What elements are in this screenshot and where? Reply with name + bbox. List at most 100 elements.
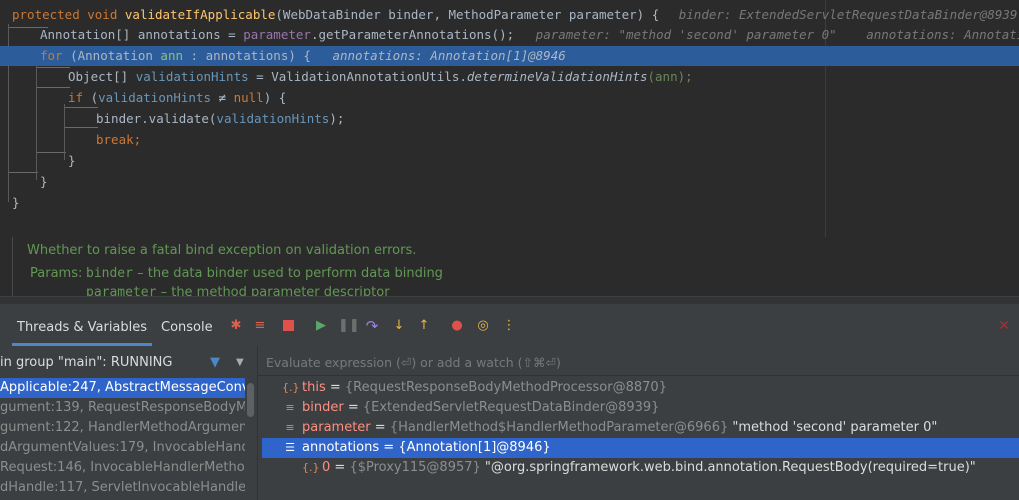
indent-guide (36, 87, 70, 88)
keyword: protected void (12, 7, 125, 22)
loop-variable: ann (160, 48, 183, 63)
variable-row-parameter[interactable]: ≡ parameter = {HandlerMethod$HandlerMetho… (262, 418, 1019, 438)
array-icon: ☰ (285, 441, 295, 454)
code-text: = ValidationAnnotationUtils. (248, 69, 467, 84)
variable-name: binder (302, 400, 344, 415)
keyword: for (40, 48, 71, 63)
code-line[interactable]: } (40, 172, 48, 192)
keyword: if (68, 90, 91, 105)
keyword: break; (96, 132, 142, 147)
equals: = (379, 440, 399, 455)
variable-row-annotations[interactable]: ☰ annotations = {Annotation[1]@8946} (262, 438, 1019, 458)
stack-frame[interactable]: Applicable:247, AbstractMessageConve (0, 378, 245, 398)
doc-summary: Whether to raise a fatal bind exception … (27, 243, 417, 258)
evaluate-expression-input[interactable]: Evaluate expression (⏎) or add a watch (… (258, 346, 1019, 376)
code-line[interactable]: protected void validateIfApplicable(WebD… (12, 5, 1019, 25)
variable-row-binder[interactable]: ≡ binder = {ExtendedServletRequestDataBin… (262, 398, 1019, 418)
variable-type: {Annotation[1]@8946} (398, 440, 551, 455)
thread-group-header[interactable]: in group "main": RUNNING ▼ ▼ (0, 346, 257, 376)
local-variable: validationHints (216, 111, 330, 126)
bug-icon[interactable]: ✱ (228, 318, 244, 334)
close-icon[interactable]: ✕ (996, 318, 1012, 334)
doc-param: parameter – the method parameter descrip… (86, 285, 390, 296)
parameter-icon: ≡ (285, 401, 295, 414)
code-line[interactable]: } (12, 193, 20, 213)
object-icon: {.} (282, 381, 300, 394)
code-text: } (40, 174, 48, 189)
param-ref: parameter (243, 27, 311, 42)
stack-frame[interactable]: dArgumentValues:179, InvocableHandle (0, 438, 245, 458)
doc-bar (12, 237, 13, 296)
code-text: ( (90, 90, 99, 105)
static-call: determineValidationHints (466, 69, 648, 84)
keyword: null (233, 90, 264, 105)
stack-frame[interactable]: gument:122, HandlerMethodArgumentR (0, 418, 245, 438)
equals: = (370, 420, 390, 435)
doc-param: binder – the data binder used to perform… (86, 266, 443, 281)
code-text: } (68, 153, 76, 168)
variable-row-element-0[interactable]: {.} 0 = {$Proxy115@8957} "@org.springfram… (262, 458, 1019, 478)
variable-name: annotations (302, 440, 380, 455)
stack-frame[interactable]: gument:139, RequestResponseBodyMet (0, 398, 245, 418)
indent-guide (64, 104, 65, 160)
step-into-icon[interactable]: ↓ (391, 318, 407, 334)
indent-guide (8, 172, 38, 173)
pause-icon[interactable]: ❚❚ (338, 318, 360, 334)
variable-row-this[interactable]: {.} this = {RequestResponseBodyMethodProc… (262, 378, 1019, 398)
code-line[interactable]: Object[] validationHints = ValidationAnn… (68, 67, 693, 87)
variable-value: "@org.springframework.web.bind.annotatio… (480, 460, 976, 475)
code-text: Object[] (68, 69, 136, 84)
more-icon[interactable]: ⋮ (501, 318, 517, 334)
local-variable: validationHints (98, 90, 211, 105)
code-line[interactable]: } (68, 151, 76, 171)
variable-name: this (302, 380, 326, 395)
doc-param-desc: – the data binder used to perform data b… (132, 266, 443, 281)
variable-type: {HandlerMethod$HandlerMethodParameter@69… (389, 420, 729, 435)
inline-debug-hint: annotations: Annotation[1]@894 (866, 27, 1019, 42)
variables-panel: Evaluate expression (⏎) or add a watch (… (258, 346, 1019, 500)
object-icon: {.} (302, 461, 320, 474)
code-line[interactable]: Annotation[] annotations = parameter.get… (40, 25, 1019, 45)
indent-guide (64, 127, 98, 128)
resume-icon[interactable]: ▶ (313, 318, 329, 334)
variable-type: {$Proxy115@8957} (349, 460, 481, 475)
code-text: } (12, 195, 20, 210)
code-line[interactable]: if (validationHints ≠ null) { (68, 88, 286, 108)
filter-icon[interactable]: ▼ (210, 346, 220, 380)
equals: = (343, 400, 363, 415)
tab-console[interactable]: Console (161, 304, 213, 346)
code-line[interactable]: binder.validate(validationHints); (96, 109, 344, 129)
equals: = (330, 460, 350, 475)
doc-params-label: Params: (30, 266, 83, 281)
threads-panel: in group "main": RUNNING ▼ ▼ Applicable:… (0, 346, 258, 500)
equals: = (325, 380, 345, 395)
inline-debug-hint: annotations: Annotation[1]@8946 (332, 48, 566, 63)
inline-debug-hint: parameter: "method 'second' parameter 0" (535, 27, 837, 42)
breakpoints-icon[interactable]: ● (449, 318, 465, 334)
code-text: .getParameterAnnotations(); (310, 27, 515, 42)
chevron-down-icon[interactable]: ▼ (236, 346, 244, 380)
step-out-icon[interactable]: ↑ (416, 318, 432, 334)
stack-frame[interactable]: dHandle:117, ServletInvocableHandlerM (0, 478, 245, 498)
code-text: (ann); (647, 69, 693, 84)
scrollbar[interactable] (247, 383, 254, 417)
thread-group-label: in group "main": RUNNING (0, 355, 173, 370)
stop-icon[interactable] (280, 318, 296, 334)
code-text: (Annotation (70, 48, 161, 63)
mute-icon[interactable]: ◎ (475, 318, 491, 334)
variable-name: parameter (302, 420, 371, 435)
clear-icon[interactable]: ≡ (252, 318, 268, 334)
indent-guide (36, 67, 70, 68)
code-text: Annotation[] annotations = (40, 27, 244, 42)
variable-type: {RequestResponseBodyMethodProcessor@8870… (344, 380, 667, 395)
code-text: : annotations) { (183, 48, 311, 63)
signature: (WebDataBinder binder, MethodParameter p… (275, 7, 660, 22)
step-over-icon[interactable]: ↷ (364, 318, 380, 334)
method-name: validateIfApplicable (124, 7, 276, 22)
code-line[interactable]: break; (96, 130, 141, 150)
current-execution-line[interactable]: for (Annotation ann : annotations) { ann… (0, 46, 1019, 66)
tab-threads-variables[interactable]: Threads & Variables (12, 304, 153, 346)
indent-guide (36, 64, 37, 180)
stack-frame[interactable]: Request:146, InvocableHandlerMethod (0, 458, 245, 478)
debug-toolbar: Threads & Variables Console ✱ ≡ ▶ ❚❚ ↷ ↓… (0, 304, 1019, 347)
